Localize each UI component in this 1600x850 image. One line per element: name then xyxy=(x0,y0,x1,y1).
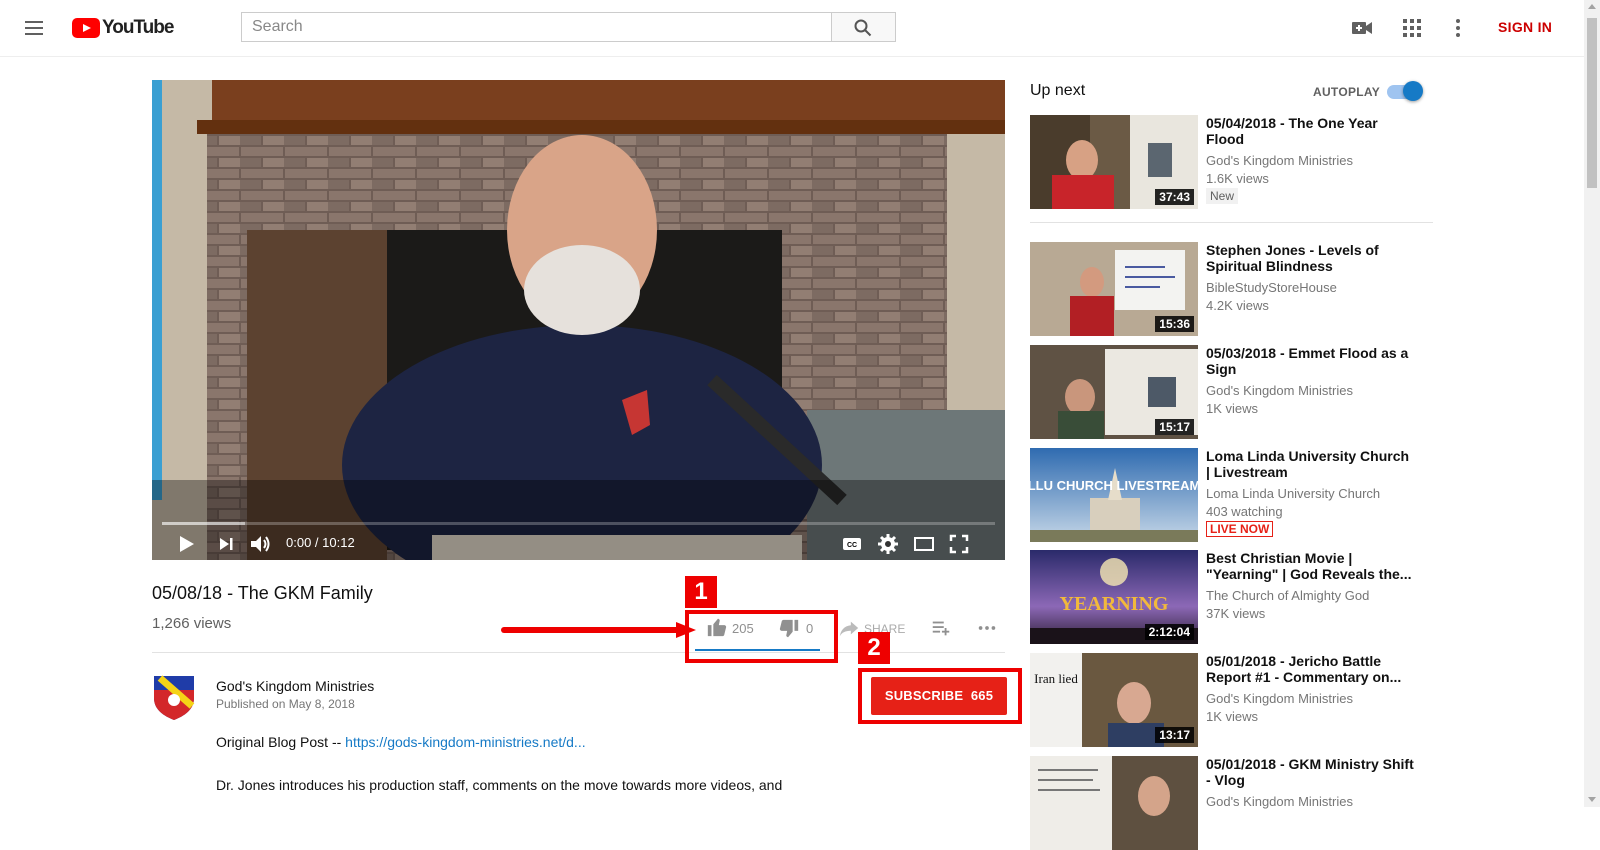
search-icon xyxy=(854,19,872,37)
apps-grid-icon[interactable] xyxy=(1400,16,1424,40)
youtube-play-icon xyxy=(72,18,100,38)
view-count: 4.2K views xyxy=(1206,298,1269,313)
video-thumbnail[interactable]: LLU CHURCH LIVESTREAM xyxy=(1030,448,1198,542)
channel-name: God's Kingdom Ministries xyxy=(1206,153,1353,168)
video-duration: 37:43 xyxy=(1155,189,1194,205)
more-vert-icon[interactable] xyxy=(1446,16,1470,40)
theater-mode-icon[interactable] xyxy=(912,532,936,556)
video-duration: 13:17 xyxy=(1155,727,1194,743)
video-duration: 15:36 xyxy=(1155,316,1194,332)
view-count: 403 watching xyxy=(1206,504,1283,519)
recommended-video[interactable]: 37:43 05/04/2018 - The One Year Flood Go… xyxy=(1030,115,1433,209)
video-thumbnail[interactable]: 37:43 xyxy=(1030,115,1198,209)
channel-name[interactable]: God's Kingdom Ministries xyxy=(216,678,374,694)
progress-track[interactable] xyxy=(162,522,995,525)
captions-icon[interactable]: CC xyxy=(840,532,864,556)
annotation-arrow xyxy=(501,622,696,638)
search-input[interactable] xyxy=(242,13,831,41)
video-title[interactable]: 05/01/2018 - Jericho Battle Report #1 - … xyxy=(1206,653,1416,685)
channel-name: God's Kingdom Ministries xyxy=(1206,383,1353,398)
scrollbar-thumb[interactable] xyxy=(1587,18,1597,188)
video-thumbnail[interactable]: 15:36 xyxy=(1030,242,1198,336)
video-title[interactable]: 05/01/2018 - GKM Ministry Shift - Vlog xyxy=(1206,756,1416,788)
channel-avatar[interactable] xyxy=(152,672,196,720)
description-text: Original Blog Post -- xyxy=(216,734,346,750)
publish-date: Published on May 8, 2018 xyxy=(216,697,355,711)
svg-text:CC: CC xyxy=(847,542,857,549)
autoplay-toggle-knob[interactable] xyxy=(1403,81,1423,101)
view-count: 37K views xyxy=(1206,606,1266,621)
up-next-heading: Up next xyxy=(1030,82,1086,99)
progress-buffered xyxy=(162,522,246,525)
autoplay-label: AUTOPLAY xyxy=(1313,85,1381,99)
logo-text: YouTube xyxy=(102,17,174,38)
view-count: 1K views xyxy=(1206,709,1259,724)
annotation-number-2: 2 xyxy=(858,632,890,664)
video-camera-icon[interactable] xyxy=(1350,16,1374,40)
channel-name: The Church of Almighty God xyxy=(1206,588,1370,603)
video-thumbnail[interactable]: Iran lied 13:17 xyxy=(1030,653,1198,747)
recommended-video[interactable]: 15:17 05/03/2018 - Emmet Flood as a Sign… xyxy=(1030,345,1433,439)
channel-name: God's Kingdom Ministries xyxy=(1206,691,1353,706)
video-title[interactable]: Stephen Jones - Levels of Spiritual Blin… xyxy=(1206,242,1416,274)
view-count: 1.6K views xyxy=(1206,171,1269,186)
description-link[interactable]: https://gods-kingdom-ministries.net/d... xyxy=(345,734,585,750)
sign-in-link[interactable]: SIGN IN xyxy=(1498,19,1552,35)
video-thumbnail[interactable]: YEARNING 2:12:04 xyxy=(1030,550,1198,644)
video-title[interactable]: 05/03/2018 - Emmet Flood as a Sign xyxy=(1206,345,1416,377)
thumbnail-image: LLU CHURCH LIVESTREAM xyxy=(1030,448,1198,542)
new-badge: New xyxy=(1206,188,1239,204)
video-player[interactable]: 0:00 / 10:12 CC xyxy=(152,80,1005,560)
recommended-video[interactable]: YEARNING 2:12:04 Best Christian Movie | … xyxy=(1030,550,1433,644)
video-duration: 2:12:04 xyxy=(1144,624,1194,640)
video-title[interactable]: Loma Linda University Church | Livestrea… xyxy=(1206,448,1416,480)
divider xyxy=(1030,222,1433,223)
recommended-video[interactable]: Iran lied 13:17 05/01/2018 - Jericho Bat… xyxy=(1030,653,1433,747)
channel-name: BibleStudyStoreHouse xyxy=(1206,280,1337,295)
channel-name: Loma Linda University Church xyxy=(1206,486,1381,501)
view-count: 1K views xyxy=(1206,401,1259,416)
volume-icon[interactable] xyxy=(248,532,272,556)
video-title[interactable]: Best Christian Movie | "Yearning" | God … xyxy=(1206,550,1416,582)
search-box xyxy=(241,12,832,42)
annotation-box-2 xyxy=(858,668,1022,724)
video-title[interactable]: 05/04/2018 - The One Year Flood xyxy=(1206,115,1416,147)
recommended-video[interactable]: 05/01/2018 - GKM Ministry Shift - Vlog G… xyxy=(1030,756,1433,850)
annotation-box-1 xyxy=(685,610,838,663)
recommended-video[interactable]: 15:36 Stephen Jones - Levels of Spiritua… xyxy=(1030,242,1433,336)
thumbnail-text: LLU CHURCH LIVESTREAM xyxy=(1030,478,1198,493)
video-frame xyxy=(152,80,1005,560)
video-title: 05/08/18 - The GKM Family xyxy=(152,583,373,603)
time-display: 0:00 / 10:12 xyxy=(286,535,355,550)
thumbnail-text: Iran lied xyxy=(1034,671,1078,686)
recommended-video[interactable]: LLU CHURCH LIVESTREAM Loma Linda Univers… xyxy=(1030,448,1433,542)
youtube-logo[interactable]: YouTube xyxy=(72,16,174,40)
thumbnail-text: YEARNING xyxy=(1060,593,1169,615)
video-thumbnail[interactable]: 15:17 xyxy=(1030,345,1198,439)
next-icon[interactable] xyxy=(214,532,238,556)
video-thumbnail[interactable] xyxy=(1030,756,1198,850)
add-to-playlist-icon[interactable] xyxy=(930,617,952,639)
settings-icon[interactable] xyxy=(876,532,900,556)
share-icon[interactable] xyxy=(838,617,860,639)
menu-icon[interactable] xyxy=(22,17,46,39)
fullscreen-icon[interactable] xyxy=(947,532,971,556)
description-text: Dr. Jones introduces his production staf… xyxy=(216,777,783,793)
scroll-down-arrow-icon[interactable] xyxy=(1588,797,1596,802)
more-actions-icon[interactable] xyxy=(976,617,998,639)
live-badge: LIVE NOW xyxy=(1206,521,1274,537)
view-count: 1,266 views xyxy=(152,615,232,632)
search-button[interactable] xyxy=(832,12,896,42)
description-line: Original Blog Post -- https://gods-kingd… xyxy=(216,734,586,750)
scroll-up-arrow-icon[interactable] xyxy=(1588,4,1596,9)
play-icon[interactable] xyxy=(174,532,198,556)
annotation-number-1: 1 xyxy=(685,576,717,608)
video-duration: 15:17 xyxy=(1155,419,1194,435)
thumbnail-image xyxy=(1030,756,1198,850)
